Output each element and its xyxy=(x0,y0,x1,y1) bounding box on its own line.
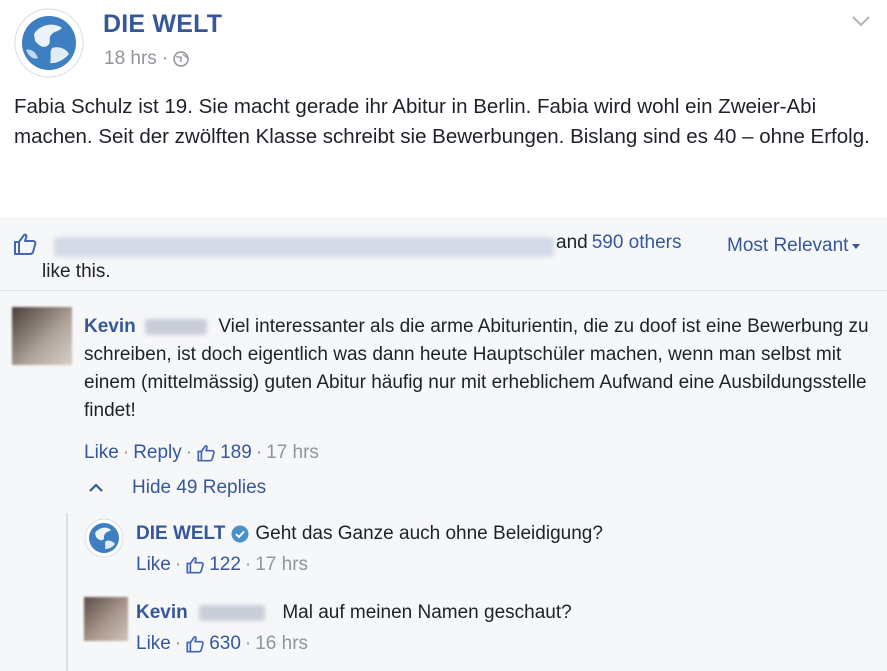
chevron-down-icon[interactable] xyxy=(848,10,874,32)
reply-timestamp[interactable]: 16 hrs xyxy=(255,633,308,655)
others-link[interactable]: 590 others xyxy=(592,232,682,253)
thumbs-up-icon xyxy=(186,557,205,574)
comment-actions: Like · Reply · 189 · 17 hrs xyxy=(84,442,319,464)
chevron-up-icon xyxy=(89,483,103,492)
separator: · xyxy=(185,442,193,463)
thumbs-up-icon xyxy=(14,233,37,255)
reply-author[interactable]: DIE WELT xyxy=(136,520,225,548)
like-this-text: like this. xyxy=(42,261,111,282)
separator: · xyxy=(174,633,182,654)
comment-author[interactable]: Kevin xyxy=(84,316,136,337)
reply-actions: Like · 122 · 17 hrs xyxy=(136,554,308,576)
reply-actions: Like · 630 · 16 hrs xyxy=(136,633,308,655)
reply-body: DIE WELT Geht das Ganze auch ohne Beleid… xyxy=(136,520,603,548)
reply-button[interactable]: Reply xyxy=(133,442,182,464)
and-others: and 590 others xyxy=(556,232,682,254)
post-text: Fabia Schulz ist 19. Sie macht gerade ih… xyxy=(14,95,870,148)
feedback-section: and 590 others Most Relevant like this. K… xyxy=(0,217,887,671)
avatar[interactable] xyxy=(12,307,72,365)
surname-redacted xyxy=(199,604,266,621)
thumbs-up-icon xyxy=(197,445,215,462)
like-count[interactable]: 630 xyxy=(209,633,241,655)
like-count[interactable]: 189 xyxy=(220,442,252,464)
verified-badge-icon xyxy=(231,525,249,543)
post-meta: 18 hrs · xyxy=(104,48,189,70)
reply-thread-line xyxy=(66,513,68,671)
avatar[interactable] xyxy=(84,597,128,641)
sort-label: Most Relevant xyxy=(727,235,849,256)
surname-redacted xyxy=(145,318,208,335)
reply-timestamp[interactable]: 17 hrs xyxy=(255,554,308,576)
die-welt-logo-icon[interactable] xyxy=(84,518,124,558)
comment-body: Kevin Viel interessanter als die arme Ab… xyxy=(84,313,874,425)
reply-text: Mal auf meinen Namen geschaut? xyxy=(282,602,572,623)
post-timestamp[interactable]: 18 hrs xyxy=(104,48,157,70)
liker-names-redacted xyxy=(54,237,554,257)
page-name[interactable]: DIE WELT xyxy=(103,10,222,39)
and-text: and xyxy=(556,232,588,253)
page-avatar[interactable] xyxy=(14,8,84,78)
hide-replies-label: Hide 49 Replies xyxy=(132,477,267,498)
separator: · xyxy=(255,442,263,463)
like-button[interactable]: Like xyxy=(136,633,171,655)
divider xyxy=(0,290,887,291)
hide-replies-button[interactable]: Hide 49 Replies xyxy=(88,477,266,499)
globe-icon[interactable] xyxy=(173,51,189,67)
sort-dropdown[interactable]: Most Relevant xyxy=(727,235,861,257)
separator: · xyxy=(244,554,252,575)
likes-summary: and 590 others Most Relevant like this. xyxy=(12,229,882,289)
separator: · xyxy=(122,442,130,463)
separator: · xyxy=(244,633,252,654)
comment-timestamp[interactable]: 17 hrs xyxy=(266,442,319,464)
post-header: DIE WELT 18 hrs · xyxy=(14,8,874,80)
reply-author[interactable]: Kevin xyxy=(136,602,188,623)
caret-down-icon xyxy=(852,243,861,249)
like-count[interactable]: 122 xyxy=(209,554,241,576)
like-button[interactable]: Like xyxy=(84,442,119,464)
thumbs-up-icon xyxy=(186,636,205,653)
reply-body: Kevin Mal auf meinen Namen geschaut? xyxy=(136,599,572,627)
meta-separator: · xyxy=(161,48,169,69)
like-button[interactable]: Like xyxy=(136,554,171,576)
reply-text: Geht das Ganze auch ohne Beleidigung? xyxy=(255,523,603,544)
separator: · xyxy=(174,554,182,575)
die-welt-logo-icon xyxy=(14,8,84,78)
